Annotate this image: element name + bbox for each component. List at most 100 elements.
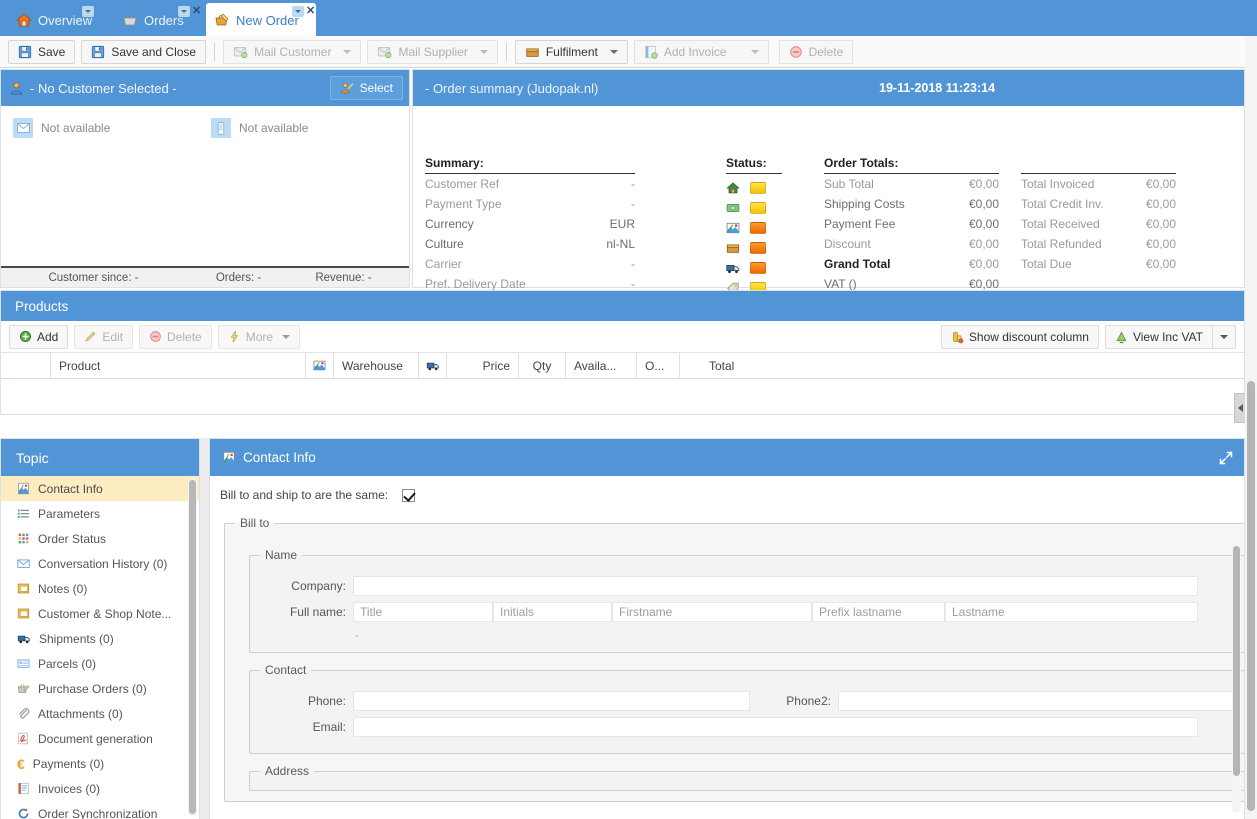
- total-row-value: €0,00: [968, 197, 999, 211]
- status-section: Status:: [726, 156, 782, 298]
- mail-customer-button[interactable]: Mail Customer: [223, 39, 362, 64]
- products-column-select[interactable]: [1, 352, 51, 379]
- address-group: Address: [249, 764, 1244, 791]
- chevron-down-icon[interactable]: [292, 6, 304, 17]
- save-button[interactable]: Save: [8, 39, 76, 64]
- total-row-value: €0,00: [968, 217, 999, 231]
- chevron-down-icon[interactable]: [282, 334, 291, 339]
- sidebar-item-contact-info[interactable]: Contact Info: [1, 476, 199, 501]
- save-disk-icon: [18, 45, 32, 59]
- topic-scrollbar[interactable]: [188, 478, 197, 816]
- products-column-ordered[interactable]: O...: [637, 352, 680, 379]
- sidebar-item-attachments[interactable]: Attachments (0): [1, 701, 199, 726]
- products-column-warehouse[interactable]: Warehouse: [334, 352, 419, 379]
- select-customer-button[interactable]: Select: [329, 76, 403, 100]
- view-inc-vat-button[interactable]: View Inc VAT: [1104, 325, 1212, 349]
- add-product-button[interactable]: Add: [9, 324, 69, 349]
- lastname-field[interactable]: Lastname: [945, 602, 1198, 622]
- delete-product-button[interactable]: Delete: [139, 324, 212, 349]
- window-scrollbar-thumb[interactable]: [1247, 381, 1255, 811]
- sidebar-item-label: Conversation History (0): [38, 556, 168, 571]
- initials-field[interactable]: Initials: [493, 602, 612, 622]
- save-and-close-button[interactable]: Save and Close: [81, 39, 207, 64]
- products-column-picture[interactable]: [306, 352, 334, 379]
- close-icon[interactable]: ✕: [306, 6, 315, 17]
- products-column-shipping[interactable]: [419, 352, 447, 379]
- window-scrollbar[interactable]: [1245, 36, 1257, 819]
- status-chip: [750, 262, 766, 274]
- products-column-total[interactable]: Total: [680, 353, 780, 379]
- prefix-lastname-field[interactable]: Prefix lastname: [812, 602, 945, 622]
- topic-panel: Topic Contact Info Parameters Order Stat…: [0, 438, 200, 819]
- products-column-price[interactable]: Price: [447, 352, 519, 379]
- view-inc-vat-dropdown[interactable]: [1212, 325, 1236, 349]
- delete-button-label: Delete: [808, 44, 844, 59]
- edit-pencil-icon: [84, 330, 97, 343]
- chevron-down-icon[interactable]: [479, 49, 488, 54]
- contact-info-scrollbar[interactable]: [1232, 543, 1241, 813]
- chevron-down-icon[interactable]: [750, 49, 759, 54]
- phone2-label: Phone2:: [786, 694, 831, 708]
- sidebar-item-payments[interactable]: € Payments (0): [1, 751, 199, 776]
- invoice-icon: [644, 45, 658, 59]
- customer-panel: - No Customer Selected - Select Not avai…: [0, 69, 410, 288]
- sidebar-item-customer-shop-notes[interactable]: Customer & Shop Note...: [1, 601, 199, 626]
- customer-orders-label: Orders: -: [215, 271, 262, 284]
- products-column-qty-label: Qty: [532, 358, 552, 373]
- summary-row-label: Carrier: [425, 257, 462, 271]
- firstname-field[interactable]: Firstname: [612, 602, 812, 622]
- phone2-field[interactable]: [838, 691, 1240, 711]
- products-column-qty[interactable]: Qty: [519, 352, 566, 379]
- show-discount-column-button[interactable]: Show discount column: [940, 325, 1099, 349]
- grand-total-value: €0,00: [968, 257, 999, 271]
- collapse-panel-handle[interactable]: [1234, 393, 1245, 423]
- total-row: Discount €0,00: [824, 234, 999, 254]
- sidebar-item-invoices[interactable]: Invoices (0): [1, 776, 199, 801]
- close-icon[interactable]: ✕: [192, 6, 201, 17]
- mail-supplier-button[interactable]: Mail Supplier: [367, 39, 498, 64]
- sidebar-item-label: Order Synchronization: [38, 806, 158, 819]
- title-field[interactable]: Title: [353, 602, 493, 622]
- sidebar-item-order-status[interactable]: Order Status: [1, 526, 199, 551]
- sidebar-item-conversation-history[interactable]: Conversation History (0): [1, 551, 199, 576]
- sidebar-item-order-synchronization[interactable]: Order Synchronization: [1, 801, 199, 819]
- sidebar-item-purchase-orders[interactable]: Purchase Orders (0): [1, 676, 199, 701]
- tab-new-order-controls: ✕: [292, 6, 315, 17]
- total-row-value: €0,00: [968, 177, 999, 191]
- add-invoice-button[interactable]: Add Invoice: [633, 39, 769, 64]
- add-icon: [19, 330, 32, 343]
- select-customer-icon: [340, 81, 354, 95]
- chevron-down-icon[interactable]: [609, 49, 618, 54]
- email-field[interactable]: [353, 717, 1198, 737]
- sidebar-item-notes[interactable]: Notes (0): [1, 576, 199, 601]
- sidebar-item-parcels[interactable]: Parcels (0): [1, 651, 199, 676]
- chevron-down-icon[interactable]: [178, 6, 190, 17]
- more-button[interactable]: More: [217, 324, 301, 349]
- phone-field[interactable]: [353, 691, 750, 711]
- summary-row: Payment Type -: [425, 194, 635, 214]
- sidebar-item-label: Shipments (0): [39, 631, 114, 646]
- email-label: Email:: [312, 720, 346, 734]
- chevron-down-icon[interactable]: [82, 6, 94, 17]
- sidebar-item-document-generation[interactable]: Document generation: [1, 726, 199, 751]
- order-status-icon: [17, 532, 30, 545]
- topic-panel-header: Topic: [1, 439, 199, 476]
- products-column-available[interactable]: Availa...: [566, 352, 637, 379]
- chevron-down-icon[interactable]: [343, 49, 352, 54]
- company-field[interactable]: [353, 576, 1198, 596]
- toolbar-separator: [214, 42, 216, 61]
- fulfilment-button[interactable]: Fulfilment: [514, 39, 628, 64]
- expand-icon[interactable]: [1218, 450, 1234, 466]
- truck-icon: [17, 632, 31, 645]
- delete-icon: [789, 45, 803, 59]
- sidebar-item-shipments[interactable]: Shipments (0): [1, 626, 199, 651]
- products-column-product[interactable]: Product: [51, 352, 306, 379]
- panel-splitter[interactable]: [200, 438, 209, 819]
- delete-button[interactable]: Delete: [778, 39, 854, 64]
- orders-basket-icon: [122, 12, 138, 28]
- paperclip-icon: [17, 707, 30, 720]
- edit-product-button[interactable]: Edit: [74, 324, 134, 349]
- bill-ship-same-checkbox[interactable]: [402, 488, 416, 502]
- sidebar-item-parameters[interactable]: Parameters: [1, 501, 199, 526]
- truck-icon: [426, 359, 440, 372]
